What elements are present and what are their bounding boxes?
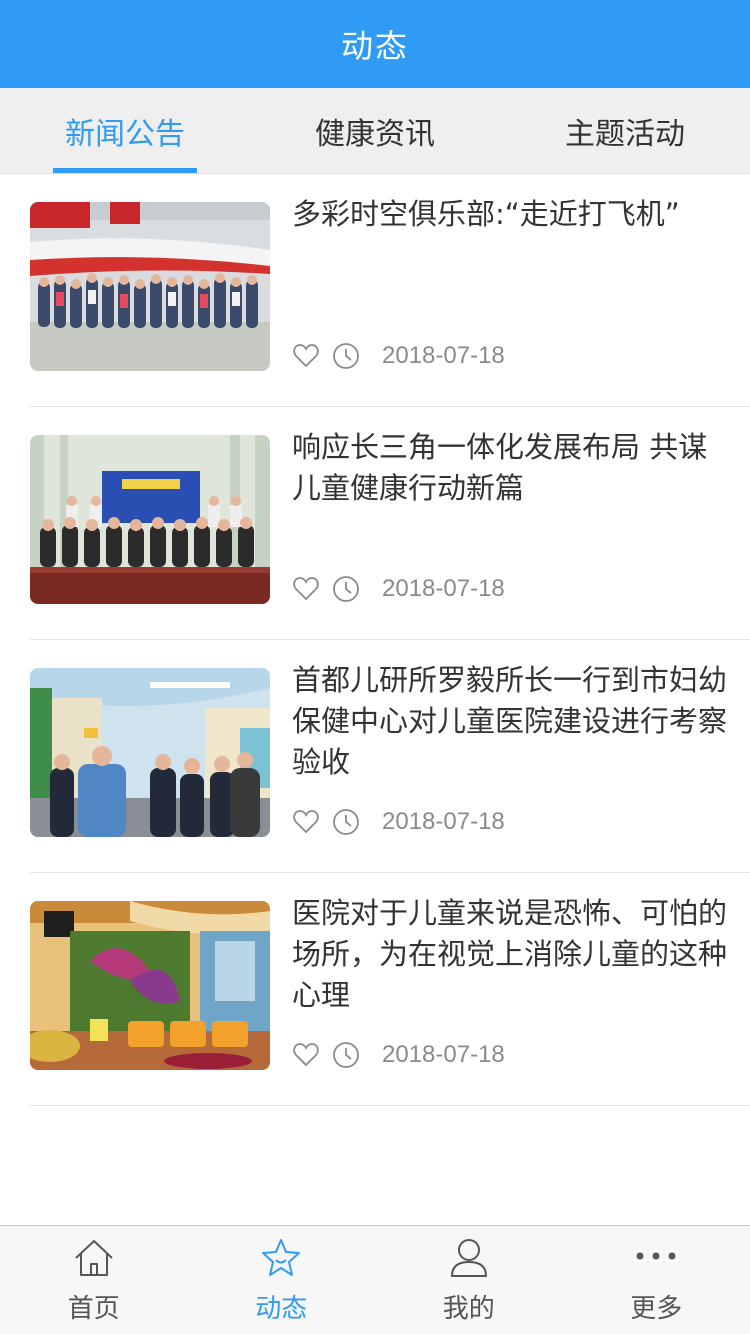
heart-icon[interactable] [292, 1041, 320, 1069]
news-date: 2018-07-18 [382, 575, 505, 602]
heart-icon[interactable] [292, 342, 320, 370]
news-item[interactable]: 首都儿研所罗毅所长一行到市妇幼保健中心对儿童医院建设进行考察验收 2018-07… [30, 640, 750, 873]
news-item[interactable]: 医院对于儿童来说是恐怖、可怕的场所，为在视觉上消除儿童的这种心理 2018-07… [30, 873, 750, 1106]
heart-icon[interactable] [292, 575, 320, 603]
category-tabs: 新闻公告 健康资讯 主题活动 [0, 88, 750, 174]
user-icon [447, 1236, 491, 1280]
news-meta: 2018-07-18 [292, 802, 505, 842]
home-icon [72, 1236, 116, 1280]
tabbar-label: 动态 [255, 1294, 308, 1324]
news-thumbnail [30, 202, 270, 371]
bottom-tab-bar: 首页 动态 我的 更多 [0, 1225, 750, 1334]
clock-icon [332, 575, 360, 603]
tabbar-home[interactable]: 首页 [0, 1226, 188, 1334]
tabbar-news[interactable]: 动态 [188, 1226, 376, 1334]
page-title: 动态 [340, 27, 409, 65]
clock-icon [332, 808, 360, 836]
tab-news[interactable]: 新闻公告 [0, 88, 250, 173]
news-date: 2018-07-18 [382, 342, 505, 369]
news-meta: 2018-07-18 [292, 569, 505, 609]
news-meta: 2018-07-18 [292, 336, 505, 376]
news-thumbnail [30, 435, 270, 604]
news-title: 首都儿研所罗毅所长一行到市妇幼保健中心对儿童医院建设进行考察验收 [292, 663, 728, 779]
news-item[interactable]: 多彩时空俱乐部:“走近打飞机” 2018-07-18 [30, 174, 750, 407]
tabbar-label: 首页 [67, 1294, 120, 1324]
tab-activities[interactable]: 主题活动 [500, 88, 750, 173]
news-title: 医院对于儿童来说是恐怖、可怕的场所，为在视觉上消除儿童的这种心理 [292, 896, 728, 1012]
news-list: 多彩时空俱乐部:“走近打飞机” 2018-07-18 响应长三角一体化发展布局 … [0, 174, 750, 1106]
news-meta: 2018-07-18 [292, 1035, 505, 1075]
news-date: 2018-07-18 [382, 1041, 505, 1068]
news-item[interactable]: 响应长三角一体化发展布局 共谋儿童健康行动新篇 2018-07-18 [30, 407, 750, 640]
heart-icon[interactable] [292, 808, 320, 836]
news-title: 响应长三角一体化发展布局 共谋儿童健康行动新篇 [292, 430, 708, 505]
more-icon [634, 1236, 678, 1280]
clock-icon [332, 1041, 360, 1069]
tab-health[interactable]: 健康资讯 [250, 88, 500, 173]
news-thumbnail [30, 901, 270, 1070]
news-title: 多彩时空俱乐部:“走近打飞机” [292, 197, 680, 231]
tabbar-label: 更多 [630, 1294, 683, 1324]
app-header: 动态 [0, 0, 750, 88]
tabbar-label: 我的 [442, 1294, 495, 1324]
tabbar-profile[interactable]: 我的 [375, 1226, 563, 1334]
star-icon [259, 1236, 303, 1280]
news-thumbnail [30, 668, 270, 837]
news-date: 2018-07-18 [382, 808, 505, 835]
tabbar-more[interactable]: 更多 [563, 1226, 750, 1334]
clock-icon [332, 342, 360, 370]
